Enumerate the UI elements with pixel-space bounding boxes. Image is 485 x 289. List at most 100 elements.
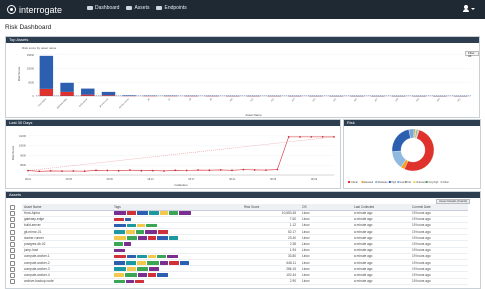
tag-badge[interactable] bbox=[149, 267, 159, 271]
data-point bbox=[129, 169, 131, 172]
row-checkbox[interactable] bbox=[10, 211, 15, 216]
tag-badge[interactable] bbox=[147, 260, 159, 265]
legend-label: Low bbox=[400, 182, 405, 184]
cell-tags bbox=[112, 278, 242, 285]
tag-badge[interactable] bbox=[137, 223, 145, 228]
data-point bbox=[49, 169, 52, 172]
legend-label: Info bbox=[407, 182, 412, 184]
data-point bbox=[265, 169, 267, 172]
tag-badge[interactable] bbox=[160, 211, 168, 216]
tag-badge[interactable] bbox=[138, 236, 147, 240]
tag-badge[interactable] bbox=[125, 273, 137, 277]
row-checkbox[interactable] bbox=[10, 261, 15, 266]
tag-badge[interactable] bbox=[137, 254, 147, 259]
tag-badge[interactable] bbox=[157, 236, 168, 240]
tag-badge[interactable] bbox=[114, 230, 125, 234]
tag-badge[interactable] bbox=[146, 223, 157, 228]
tag-badge[interactable] bbox=[157, 273, 168, 277]
nav-dashboard[interactable]: Dashboard bbox=[87, 5, 119, 11]
tag-badge[interactable] bbox=[169, 236, 178, 240]
bar-high bbox=[39, 55, 54, 89]
x-tick-label: 08-21 bbox=[229, 178, 236, 181]
tag-badge[interactable] bbox=[127, 236, 137, 240]
tag-badge[interactable] bbox=[158, 230, 168, 234]
tag-badge[interactable] bbox=[127, 267, 136, 271]
tag-badge[interactable] bbox=[180, 260, 189, 265]
row-checkbox[interactable] bbox=[10, 273, 15, 278]
tag-badge[interactable] bbox=[137, 211, 148, 216]
nav-assets[interactable]: Assets bbox=[126, 5, 149, 11]
last-30-days-panel: Last 30 Days 11000 10000 9000 8000 Risk Scor… bbox=[5, 119, 341, 189]
tag-badge[interactable] bbox=[169, 211, 178, 216]
y-axis-label: Risk Score bbox=[17, 66, 21, 81]
trend-line bbox=[27, 136, 335, 171]
tag-badge[interactable] bbox=[127, 211, 136, 216]
row-checkbox[interactable] bbox=[10, 236, 15, 241]
data-point bbox=[242, 168, 245, 171]
x-tick-label: a19 bbox=[416, 98, 421, 103]
tag-badge[interactable] bbox=[114, 217, 124, 222]
x-tick-label: Host-Alpha bbox=[37, 97, 47, 107]
endpoints-icon bbox=[156, 6, 163, 10]
tag-badge[interactable] bbox=[114, 248, 125, 253]
tag-badge[interactable] bbox=[136, 230, 144, 234]
tag-badge[interactable] bbox=[135, 279, 144, 284]
x-tick-label: a12 bbox=[271, 98, 276, 103]
data-point bbox=[197, 169, 199, 171]
data-point bbox=[106, 169, 109, 172]
tag-badge[interactable] bbox=[157, 254, 166, 259]
tag-badge[interactable] bbox=[126, 279, 134, 284]
tag-badge[interactable] bbox=[169, 260, 179, 265]
nav-endpoints[interactable]: Endpoints bbox=[156, 5, 187, 11]
bar-high bbox=[101, 91, 116, 96]
tag-badge[interactable] bbox=[138, 273, 147, 277]
select-all-checkbox[interactable] bbox=[10, 205, 15, 210]
x-tick-label: a10 bbox=[229, 98, 234, 103]
tag-badge[interactable] bbox=[114, 223, 126, 228]
tag-badge[interactable] bbox=[125, 217, 131, 222]
tag-badge[interactable] bbox=[126, 230, 135, 234]
tag-badge[interactable] bbox=[160, 260, 168, 265]
data-point bbox=[140, 169, 143, 172]
x-tick-label: 08-25 bbox=[270, 178, 277, 181]
tag-badge[interactable] bbox=[145, 230, 157, 234]
tag-badge[interactable] bbox=[114, 267, 126, 271]
row-checkbox[interactable] bbox=[10, 223, 15, 228]
tag-badge[interactable] bbox=[167, 254, 178, 259]
brand[interactable]: interrogate bbox=[7, 4, 62, 15]
tag-badge[interactable] bbox=[114, 211, 126, 216]
tag-badge[interactable] bbox=[148, 273, 156, 277]
tag-badge[interactable] bbox=[137, 260, 146, 265]
tag-badge[interactable] bbox=[127, 223, 136, 228]
x-tick-label: a11 bbox=[250, 98, 254, 102]
tag-badge[interactable] bbox=[179, 211, 191, 216]
bar-high bbox=[60, 82, 74, 92]
top-assets-panel-title: Top Assets bbox=[6, 37, 479, 43]
assets-icon bbox=[126, 6, 133, 10]
row-checkbox[interactable] bbox=[10, 279, 15, 284]
tag-badge[interactable] bbox=[148, 236, 156, 240]
tag-badge[interactable] bbox=[149, 211, 159, 216]
row-checkbox[interactable] bbox=[10, 217, 15, 222]
row-checkbox[interactable] bbox=[10, 267, 15, 272]
tag-badge[interactable] bbox=[114, 236, 126, 240]
user-menu[interactable] bbox=[463, 5, 475, 12]
row-checkbox[interactable] bbox=[10, 248, 15, 253]
tag-badge[interactable] bbox=[137, 267, 148, 271]
legend-label: Unknown bbox=[416, 182, 426, 184]
table-row[interactable]: archive-backup-node 2.90 Linux a minute ago… bbox=[22, 278, 468, 285]
row-checkbox[interactable] bbox=[10, 230, 15, 235]
row-checkbox[interactable] bbox=[10, 242, 15, 247]
tag-badge[interactable] bbox=[127, 254, 136, 259]
tag-badge[interactable] bbox=[124, 242, 131, 246]
row-checkbox[interactable] bbox=[10, 254, 15, 259]
tag-badge[interactable] bbox=[114, 242, 123, 246]
bar-critical bbox=[81, 94, 95, 96]
tag-badge[interactable] bbox=[114, 260, 125, 265]
x-tick-label: build-server bbox=[78, 97, 88, 107]
tag-badge[interactable] bbox=[126, 260, 136, 265]
tag-badge[interactable] bbox=[114, 279, 125, 284]
tag-badge[interactable] bbox=[114, 254, 126, 259]
tag-badge[interactable] bbox=[114, 273, 124, 277]
tag-badge[interactable] bbox=[148, 254, 156, 259]
